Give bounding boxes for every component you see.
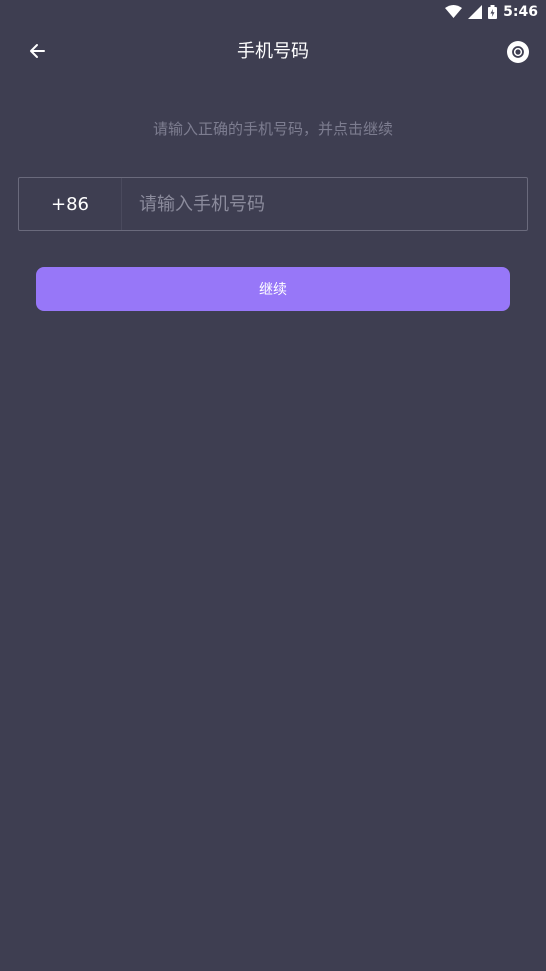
hint-text: 请输入正确的手机号码，并点击继续 (152, 120, 393, 138)
record-button[interactable] (506, 40, 530, 64)
phone-input-box: +86 (18, 177, 528, 231)
status-time: 5:46 (503, 4, 538, 20)
phone-number-input[interactable] (122, 178, 527, 230)
wifi-icon (445, 5, 463, 19)
country-code-selector[interactable]: +86 (19, 178, 121, 230)
toolbar: 手机号码 (0, 24, 546, 80)
record-icon (506, 41, 530, 68)
page-title: 手机号码 (237, 41, 309, 62)
battery-icon (488, 5, 498, 19)
signal-icon (468, 5, 483, 19)
status-icons: 5:46 (445, 2, 538, 22)
status-bar: 5:46 (0, 0, 546, 24)
continue-button[interactable]: 继续 (36, 267, 510, 311)
